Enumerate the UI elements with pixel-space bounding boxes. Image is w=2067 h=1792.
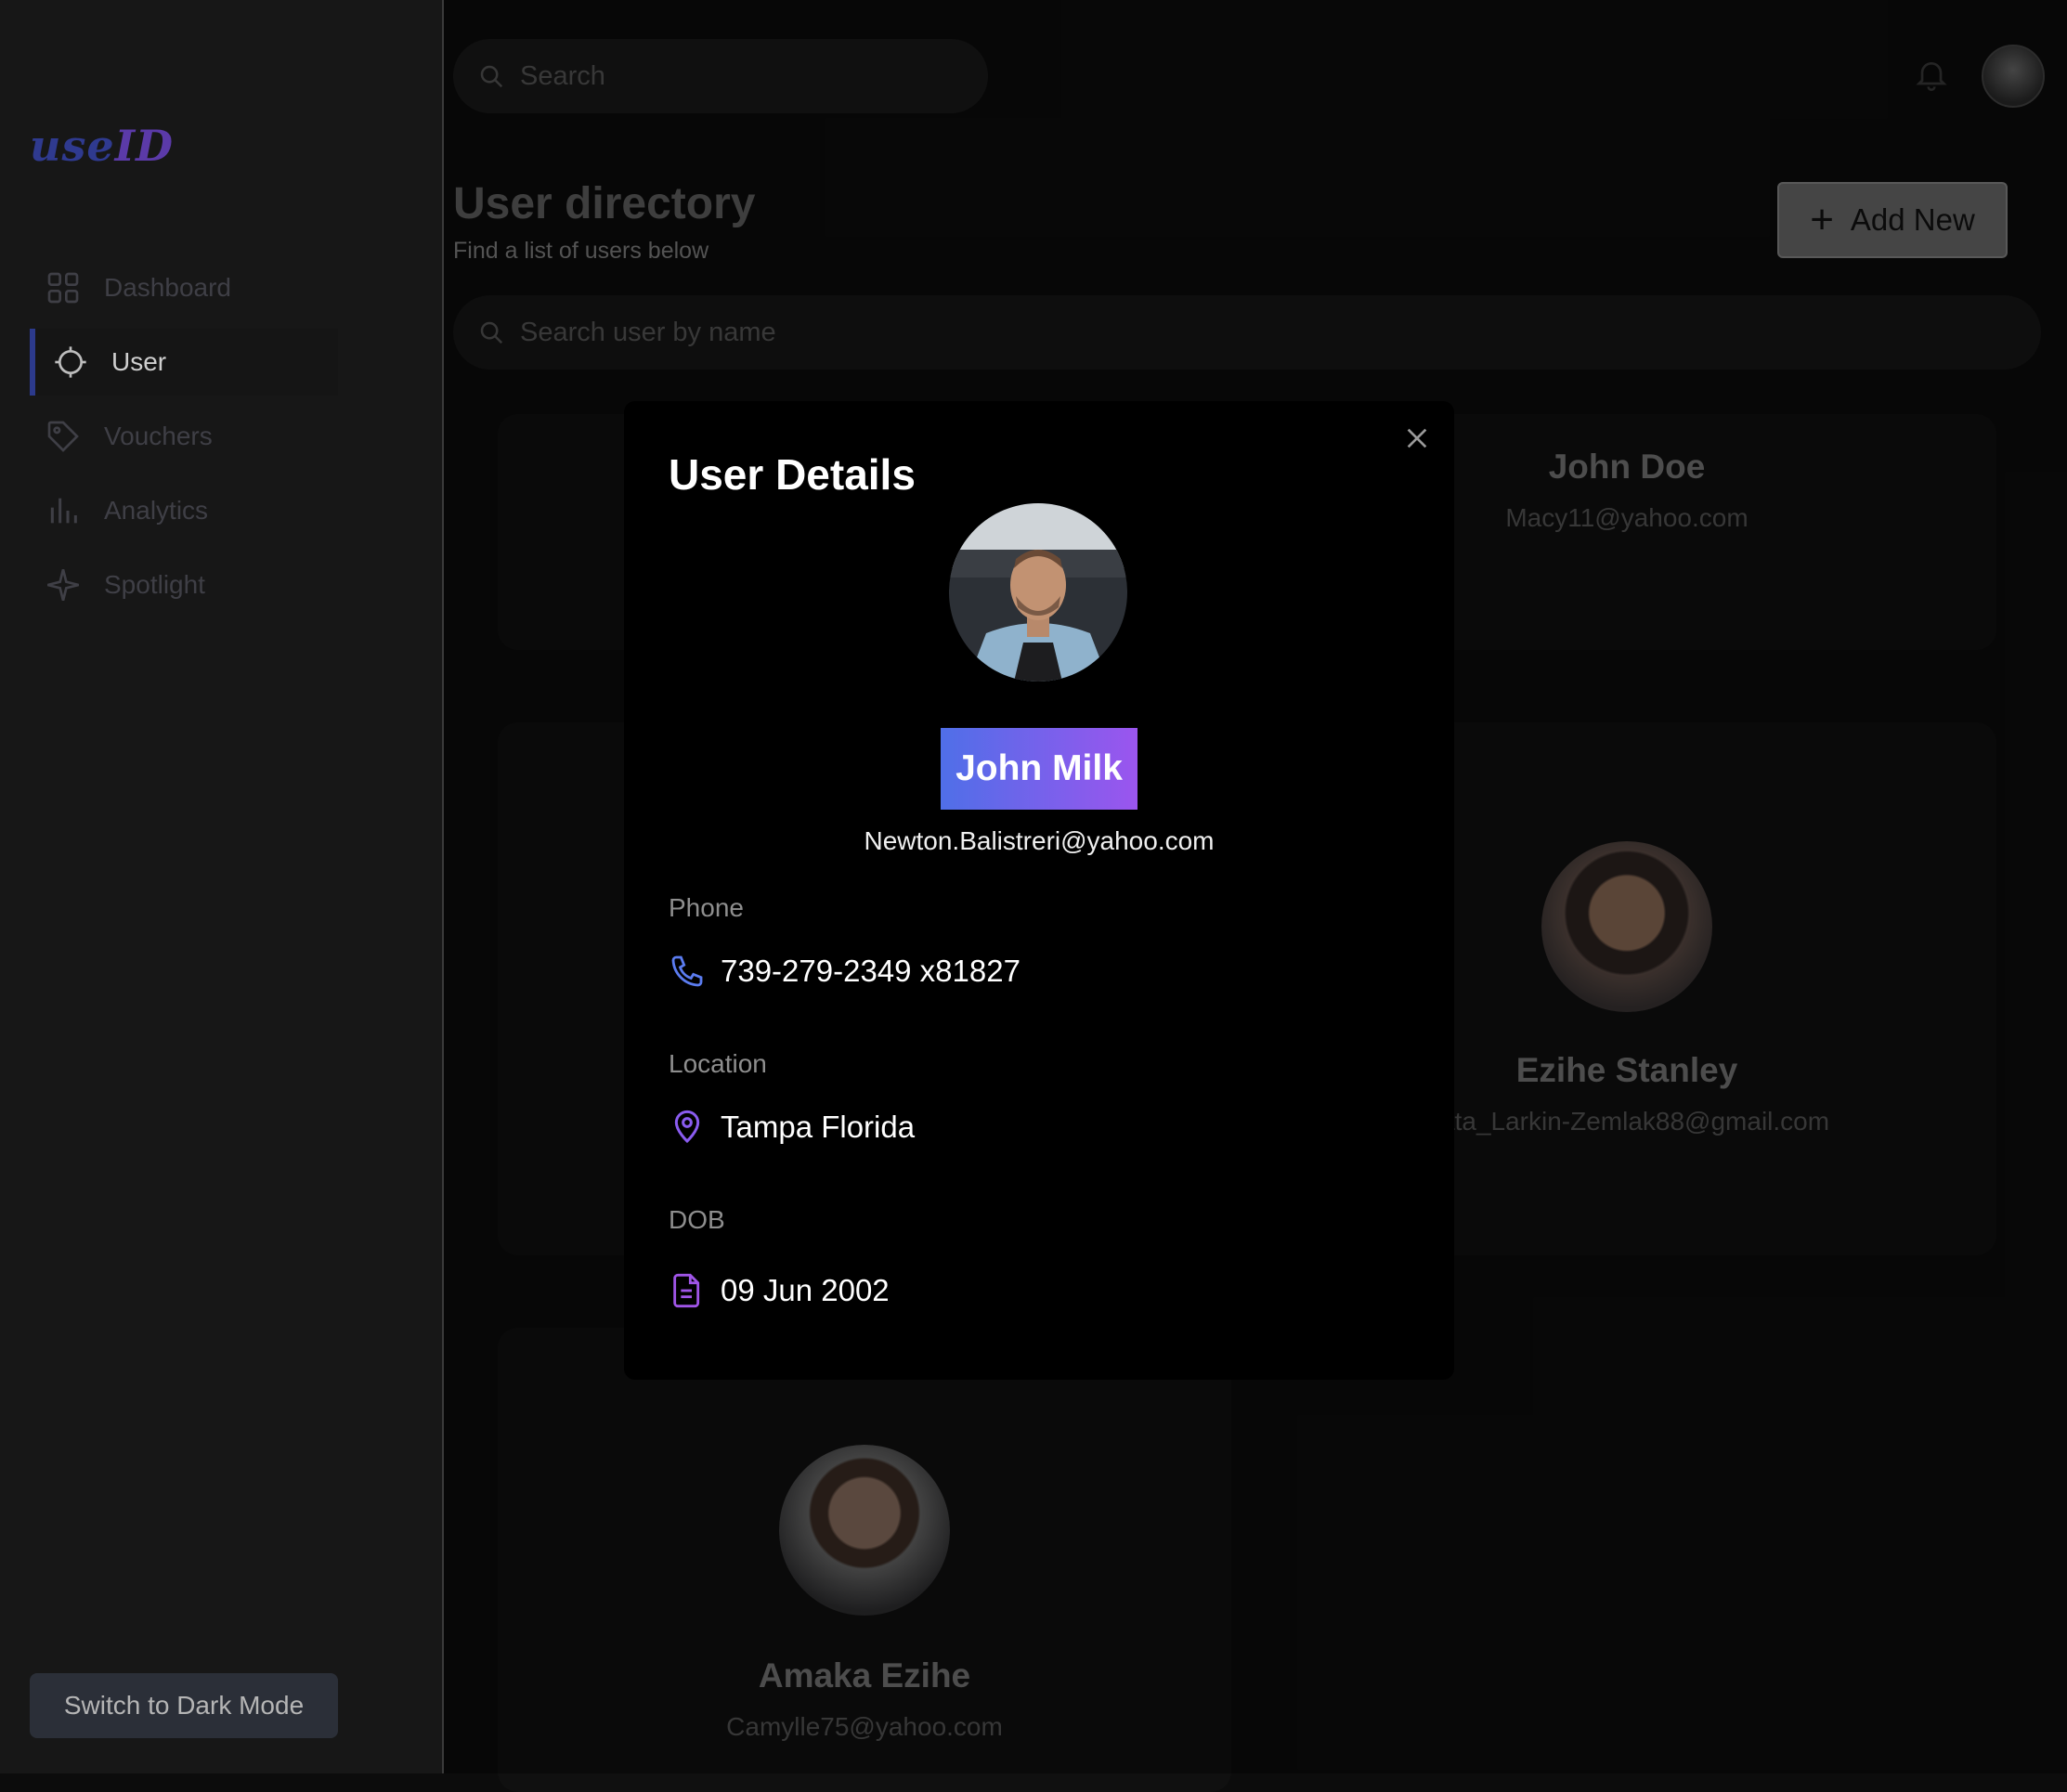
dashboard-grid-icon xyxy=(47,272,79,304)
phone-icon xyxy=(671,955,703,987)
sidebar-item-label: Vouchers xyxy=(104,422,213,450)
sidebar-nav: Dashboard User Vouchers Analytics Spotli… xyxy=(30,254,338,626)
phone-value: 739-279-2349 x81827 xyxy=(721,954,1020,988)
sidebar-item-label: Dashboard xyxy=(104,273,231,302)
location-pin-icon xyxy=(674,1110,700,1144)
sidebar-item-user[interactable]: User xyxy=(30,329,338,396)
bar-chart-icon xyxy=(50,498,77,524)
sparkle-icon xyxy=(47,569,79,601)
tag-icon xyxy=(47,421,79,452)
sidebar-item-vouchers[interactable]: Vouchers xyxy=(30,403,338,470)
location-label: Location xyxy=(669,1049,767,1078)
user-name-badge: John Milk xyxy=(941,728,1138,810)
theme-toggle-button[interactable]: Switch to Dark Mode xyxy=(30,1673,338,1738)
sidebar: useID Dashboard User Vouchers Analytics … xyxy=(0,0,444,1773)
location-value: Tampa Florida xyxy=(721,1110,916,1144)
app-logo[interactable]: useID xyxy=(30,121,174,171)
crosshair-icon xyxy=(55,346,86,378)
sidebar-item-label: Analytics xyxy=(104,496,209,525)
document-icon xyxy=(673,1273,700,1308)
sidebar-item-dashboard[interactable]: Dashboard xyxy=(30,254,338,321)
close-icon[interactable] xyxy=(1402,423,1432,453)
user-email: Newton.Balistreri@yahoo.com xyxy=(864,826,1215,855)
sidebar-item-label: User xyxy=(111,347,167,376)
phone-row: 739-279-2349 x81827 xyxy=(669,953,1020,990)
sidebar-item-analytics[interactable]: Analytics xyxy=(30,477,338,544)
user-photo xyxy=(949,503,1127,682)
dob-row: 09 Jun 2002 xyxy=(669,1272,890,1309)
modal-title: User Details xyxy=(669,450,916,499)
dob-label: DOB xyxy=(669,1205,725,1234)
location-row: Tampa Florida xyxy=(669,1109,915,1146)
sidebar-item-spotlight[interactable]: Spotlight xyxy=(30,552,338,618)
user-details-modal: User Details John Milk Newton.Balistreri… xyxy=(624,401,1454,1380)
phone-label: Phone xyxy=(669,893,744,922)
sidebar-item-label: Spotlight xyxy=(104,570,205,599)
dob-value: 09 Jun 2002 xyxy=(721,1273,890,1307)
